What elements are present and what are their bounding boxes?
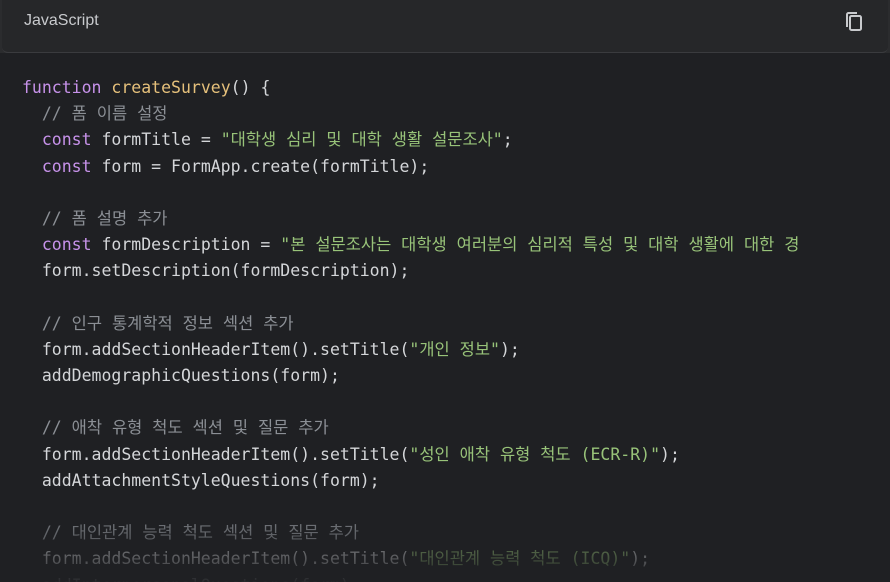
code-token: () { [230,78,271,97]
code-line: const formTitle = "대학생 심리 및 대학 생활 설문조사"; [22,127,799,153]
code-token: "본 설문조사는 대학생 여러분의 심리적 특성 및 대학 생활에 대한 경 [280,235,800,255]
code-token: form.addSectionHeaderItem().setTitle( [22,444,410,464]
code-line: form.setDescription(formDescription); [22,258,799,284]
code-token: const [41,156,92,176]
code-token: ); [630,549,651,569]
code-line: form.addSectionHeaderItem().setTitle("성인… [22,442,799,468]
code-line: addDemographicQuestions(form); [22,363,799,389]
code-token: form.addSectionHeaderItem().setTitle( [22,339,410,359]
code-token: addInterpersonalQuestions(form); [22,576,360,582]
code-line: // 애착 유형 척도 섹션 및 질문 추가 [22,415,799,441]
code-line: // 인구 통계학적 정보 섹션 추가 [22,311,799,337]
code-token: formDescription = [91,235,281,255]
code-token: function [22,78,102,97]
code-token: ); [660,444,680,464]
code-token: createSurvey [111,78,231,97]
code-token: form = FormApp.create(formTitle); [91,156,430,176]
code-token: "대인관계 능력 척도 (ICQ)" [409,549,631,569]
code-line: const form = FormApp.create(formTitle); [22,154,799,180]
code-token: // 애착 유형 척도 섹션 및 질문 추가 [41,418,329,438]
code-token: "대학생 심리 및 대학 생활 설문조사" [220,130,503,150]
code-line: form.addSectionHeaderItem().setTitle("개인… [22,337,799,363]
code-token: // 인구 통계학적 정보 섹션 추가 [41,313,294,333]
code-line: // 폼 이름 설정 [22,101,799,127]
code-token: const [41,235,92,255]
code-token: // 폼 이름 설정 [41,104,168,124]
code-block: JavaScript function createSurvey() { // … [0,0,890,582]
code-token: form.setDescription(formDescription); [22,261,410,281]
code-block-header: JavaScript [2,0,888,53]
code-token: ; [502,130,513,150]
code-token: // 폼 설명 추가 [41,208,168,228]
code-token: formTitle = [91,130,221,150]
code-line: // 대인관계 능력 척도 섹션 및 질문 추가 [22,520,799,546]
code-token: const [41,130,92,150]
code-line: // 폼 설명 추가 [22,206,799,232]
copy-button[interactable] [840,8,868,36]
code-token: "개인 정보" [409,339,500,359]
copy-icon [846,12,862,31]
language-label: JavaScript [24,12,99,29]
code-line: const formDescription = "본 설문조사는 대학생 여러분… [22,232,800,258]
code-content: function createSurvey() { // 폼 이름 설정 con… [22,75,799,582]
code-token: addDemographicQuestions(form); [22,366,340,386]
code-token: addAttachmentStyleQuestions(form); [22,470,380,490]
code-line: addAttachmentStyleQuestions(form); [22,468,799,494]
code-line: addInterpersonalQuestions(form); [22,573,799,582]
code-area[interactable]: function createSurvey() { // 폼 이름 설정 con… [0,53,890,582]
code-token: ); [499,339,520,359]
code-token: // 대인관계 능력 척도 섹션 및 질문 추가 [41,523,359,543]
code-line: form.addSectionHeaderItem().setTitle("대인… [22,546,799,572]
code-token: "성인 애착 유형 척도 (ECR-R)" [409,444,661,464]
code-line: function createSurvey() { [22,75,799,101]
code-token: form.addSectionHeaderItem().setTitle( [22,549,410,569]
